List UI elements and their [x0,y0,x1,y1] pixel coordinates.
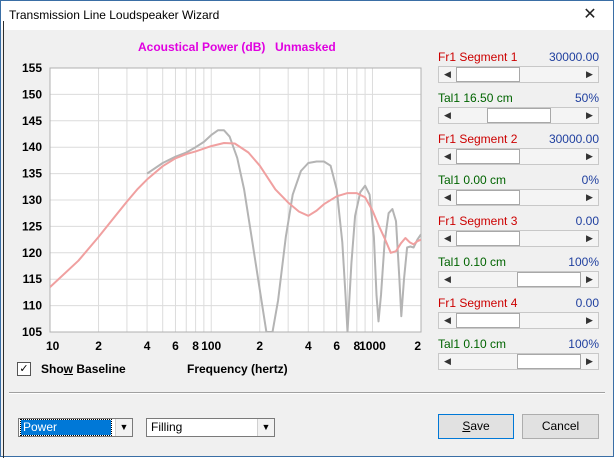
segment-frequency-slider[interactable]: ◀ ▶ [438,312,599,329]
x-tick-label: 8 [192,339,199,353]
save-button[interactable]: Save [438,414,514,439]
scroll-right-icon[interactable]: ▶ [581,108,598,123]
y-tick-label: 120 [22,246,42,260]
x-tick-label: 1000 [359,339,386,353]
y-tick-label: 105 [22,325,42,339]
slider-thumb[interactable] [456,149,520,164]
segment-frequency-slider[interactable]: ◀ ▶ [438,148,599,165]
segment-taper-value: 0% [581,173,599,187]
y-tick-label: 130 [22,193,42,207]
wizard-window: Transmission Line Loudspeaker Wizard ✕ A… [0,0,614,458]
scroll-right-icon[interactable]: ▶ [581,231,598,246]
segment-taper-value: 100% [568,337,599,351]
slider-thumb[interactable] [517,354,581,369]
slider-thumb[interactable] [517,272,581,287]
scroll-right-icon[interactable]: ▶ [581,190,598,205]
slider-thumb[interactable] [456,231,520,246]
segment-frequency-slider[interactable]: ◀ ▶ [438,230,599,247]
segment-taper-slider[interactable]: ◀ ▶ [438,353,599,370]
material-dropdown-value: Filling [151,420,183,434]
x-tick-label: 2 [95,339,102,353]
segment-taper-slider[interactable]: ◀ ▶ [438,271,599,288]
y-tick-label: 145 [22,114,42,128]
chevron-down-icon: ▼ [257,419,274,436]
scroll-right-icon[interactable]: ▶ [581,354,598,369]
segment-frequency-label: Fr1 Segment 4 [438,296,518,310]
divider [9,392,605,394]
segment-frequency-slider[interactable]: ◀ ▶ [438,66,599,83]
slider-thumb[interactable] [487,108,551,123]
segment-taper-slider[interactable]: ◀ ▶ [438,189,599,206]
x-axis-label: Frequency (hertz) [187,362,288,376]
scroll-left-icon[interactable]: ◀ [439,231,456,246]
view-dropdown-value: Power [20,419,112,436]
y-tick-label: 115 [23,272,43,286]
cancel-button[interactable]: Cancel [522,414,599,439]
scroll-left-icon[interactable]: ◀ [439,354,456,369]
segment-taper-value: 100% [568,255,599,269]
x-tick-label: 100 [201,339,221,353]
segment-taper-label: Tal1 16.50 cm [438,91,513,105]
show-baseline-checkbox[interactable]: ✓ [17,362,31,376]
x-tick-label: 6 [333,339,340,353]
y-tick-label: 125 [22,219,42,233]
y-tick-label: 150 [22,87,42,101]
scroll-right-icon[interactable]: ▶ [581,67,598,82]
x-tick-label: 2 [414,339,421,353]
scroll-left-icon[interactable]: ◀ [439,67,456,82]
segment-frequency-value: 30000.00 [548,50,599,64]
segment-taper-label: Tal1 0.00 cm [438,173,507,187]
scroll-left-icon[interactable]: ◀ [439,272,456,287]
segment-frequency-value: 0.00 [575,296,599,310]
show-baseline-label[interactable]: Show Baseline [41,362,126,376]
segment-frequency-label: Fr1 Segment 3 [438,214,518,228]
scroll-right-icon[interactable]: ▶ [581,149,598,164]
y-tick-label: 110 [23,299,43,313]
segment-frequency-label: Fr1 Segment 2 [438,132,518,146]
check-icon: ✓ [19,363,29,375]
segment-taper-slider[interactable]: ◀ ▶ [438,107,599,124]
segment-taper-label: Tal1 0.10 cm [438,255,507,269]
scroll-left-icon[interactable]: ◀ [439,108,456,123]
view-dropdown[interactable]: Power ▼ [18,418,133,437]
scroll-left-icon[interactable]: ◀ [439,149,456,164]
x-tick-label: 6 [172,339,179,353]
y-tick-label: 140 [22,140,42,154]
x-tick-label: 4 [305,339,312,353]
segment-taper-value: 50% [574,91,599,105]
segment-frequency-value: 30000.00 [548,132,599,146]
segment-frequency-label: Fr1 Segment 1 [438,50,518,64]
scroll-left-icon[interactable]: ◀ [439,313,456,328]
x-tick-label: 2 [256,339,263,353]
slider-thumb[interactable] [456,67,520,82]
x-tick-label: 10 [46,339,60,353]
y-tick-label: 155 [22,61,42,75]
segment-frequency-value: 0.00 [575,214,599,228]
segment-taper-label: Tal1 0.10 cm [438,337,507,351]
chevron-down-icon: ▼ [115,419,132,436]
y-tick-label: 135 [22,167,42,181]
scroll-right-icon[interactable]: ▶ [581,272,598,287]
scroll-left-icon[interactable]: ◀ [439,190,456,205]
slider-thumb[interactable] [456,313,520,328]
slider-thumb[interactable] [456,190,520,205]
material-dropdown[interactable]: Filling ▼ [146,418,275,437]
scroll-right-icon[interactable]: ▶ [581,313,598,328]
x-tick-label: 4 [144,339,151,353]
